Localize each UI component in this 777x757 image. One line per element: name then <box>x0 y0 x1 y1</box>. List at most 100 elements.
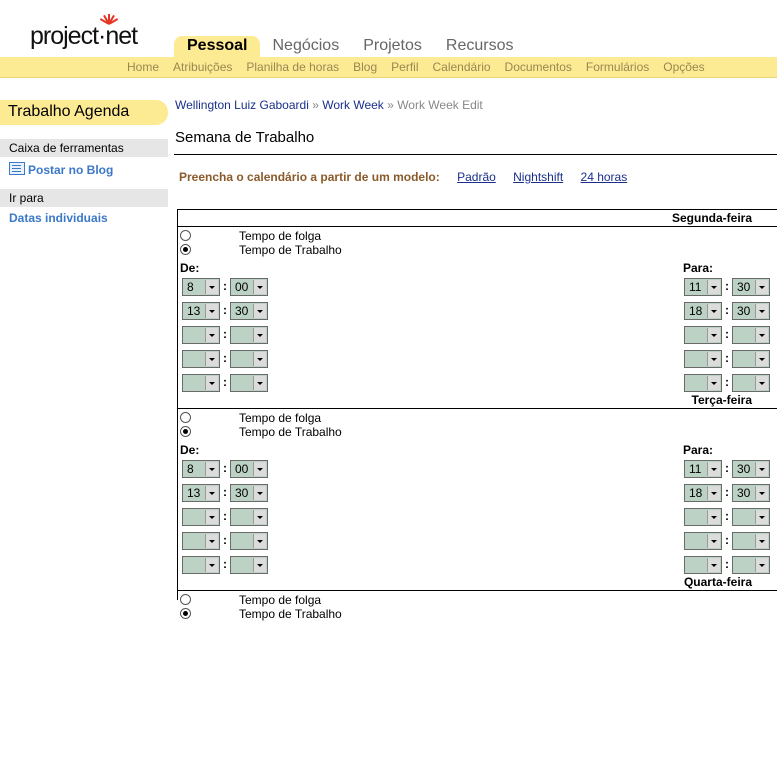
off-time-radio[interactable] <box>180 230 191 241</box>
to-minute-select[interactable] <box>732 350 770 368</box>
day-header: Terça-feira <box>178 392 777 409</box>
from-minute-select[interactable]: 00 <box>230 278 268 296</box>
chevron-down-icon <box>253 486 266 500</box>
subnav-calendario[interactable]: Calendário <box>433 60 491 74</box>
to-minute-select[interactable]: 30 <box>732 278 770 296</box>
template-padrao-link[interactable]: Padrão <box>457 170 496 184</box>
to-hour-select[interactable] <box>684 374 722 392</box>
from-hour-select[interactable] <box>182 374 220 392</box>
to-minute-select[interactable]: 30 <box>732 302 770 320</box>
from-minute-select[interactable] <box>230 326 268 344</box>
from-minute-select[interactable] <box>230 508 268 526</box>
off-time-radio[interactable] <box>180 594 191 605</box>
to-hour-select[interactable] <box>684 508 722 526</box>
individual-dates-link[interactable]: Datas individuais <box>9 211 108 225</box>
sub-nav-bar: Home Atribuições Planilha de horas Blog … <box>0 57 777 78</box>
to-minute-select[interactable]: 30 <box>732 460 770 478</box>
main-tabs: Pessoal Negócios Projetos Recursos <box>174 36 525 58</box>
from-minute-select-value: 30 <box>235 486 249 500</box>
blog-post-link[interactable]: Postar no Blog <box>9 162 113 177</box>
off-time-radio[interactable] <box>180 412 191 423</box>
from-minute-select[interactable]: 30 <box>230 484 268 502</box>
from-hour-select[interactable] <box>182 350 220 368</box>
from-hour-select[interactable] <box>182 556 220 574</box>
day-name: Quarta-feira <box>683 575 752 589</box>
work-time-radio[interactable] <box>180 608 191 619</box>
to-minute-select-value: 30 <box>737 486 751 500</box>
template-nightshift-link[interactable]: Nightshift <box>513 170 563 184</box>
from-hour-select[interactable]: 8 <box>182 460 220 478</box>
to-minute-select[interactable] <box>732 326 770 344</box>
chevron-down-icon <box>205 280 218 294</box>
from-hour-select[interactable] <box>182 508 220 526</box>
from-minute-select[interactable] <box>230 556 268 574</box>
to-hour-select[interactable] <box>684 532 722 550</box>
time-colon: : <box>223 327 227 341</box>
to-minute-select-value: 30 <box>737 304 751 318</box>
time-colon: : <box>725 485 729 499</box>
to-hour-select[interactable]: 18 <box>684 302 722 320</box>
work-time-label: Tempo de Trabalho <box>239 607 342 621</box>
sidebar-title: Trabalho Agenda <box>0 100 168 125</box>
subnav-documentos[interactable]: Documentos <box>505 60 572 74</box>
breadcrumb-user[interactable]: Wellington Luiz Gaboardi <box>175 98 309 112</box>
sidebar-title-text: Trabalho Agenda <box>8 103 130 120</box>
to-minute-select-value: 30 <box>737 462 751 476</box>
work-time-radio[interactable] <box>180 426 191 437</box>
from-hour-select[interactable] <box>182 326 220 344</box>
to-minute-select[interactable] <box>732 532 770 550</box>
day-name: Terça-feira <box>691 393 752 407</box>
subnav-blog[interactable]: Blog <box>353 60 377 74</box>
work-time-radio[interactable] <box>180 244 191 255</box>
from-hour-select[interactable]: 13 <box>182 302 220 320</box>
breadcrumb-workweek[interactable]: Work Week <box>322 98 384 112</box>
off-time-label: Tempo de folga <box>239 411 322 425</box>
subnav-planilha[interactable]: Planilha de horas <box>246 60 339 74</box>
to-minute-select[interactable] <box>732 374 770 392</box>
template-label: Preencha o calendário a partir de um mod… <box>179 170 440 184</box>
chevron-down-icon <box>707 558 720 572</box>
chevron-down-icon <box>205 352 218 366</box>
from-minute-select[interactable]: 00 <box>230 460 268 478</box>
chevron-down-icon <box>253 328 266 342</box>
from-hour-select[interactable] <box>182 532 220 550</box>
to-hour-select[interactable] <box>684 326 722 344</box>
chevron-down-icon <box>707 462 720 476</box>
from-minute-select[interactable]: 30 <box>230 302 268 320</box>
subnav-formularios[interactable]: Formulários <box>586 60 649 74</box>
to-hour-select[interactable] <box>684 556 722 574</box>
chevron-down-icon <box>205 462 218 476</box>
from-label: De: <box>180 443 200 457</box>
tab-negocios[interactable]: Negócios <box>260 36 351 58</box>
to-hour-select-value: 11 <box>689 462 702 476</box>
to-hour-select-value: 18 <box>689 304 703 318</box>
project-net-logo[interactable]: project·net <box>30 4 140 54</box>
subnav-home[interactable]: Home <box>127 60 159 74</box>
to-minute-select[interactable] <box>732 556 770 574</box>
from-hour-select[interactable]: 8 <box>182 278 220 296</box>
chevron-down-icon <box>253 558 266 572</box>
from-hour-select[interactable]: 13 <box>182 484 220 502</box>
to-hour-select[interactable]: 11 <box>684 460 722 478</box>
chevron-down-icon <box>707 304 720 318</box>
time-colon: : <box>223 485 227 499</box>
to-minute-select[interactable] <box>732 508 770 526</box>
template-24h-link[interactable]: 24 horas <box>581 170 628 184</box>
to-hour-select[interactable]: 18 <box>684 484 722 502</box>
to-minute-select[interactable]: 30 <box>732 484 770 502</box>
tab-projetos[interactable]: Projetos <box>351 36 434 58</box>
from-minute-select[interactable] <box>230 374 268 392</box>
subnav-perfil[interactable]: Perfil <box>391 60 418 74</box>
breadcrumb: Wellington Luiz Gaboardi » Work Week » W… <box>175 98 483 112</box>
from-minute-select[interactable] <box>230 532 268 550</box>
to-hour-select[interactable]: 11 <box>684 278 722 296</box>
to-hour-select-value: 11 <box>689 280 702 294</box>
subnav-atribuicoes[interactable]: Atribuições <box>173 60 232 74</box>
time-colon: : <box>725 327 729 341</box>
tab-pessoal[interactable]: Pessoal <box>174 36 261 58</box>
tab-recursos[interactable]: Recursos <box>434 36 526 58</box>
to-hour-select[interactable] <box>684 350 722 368</box>
blog-post-label: Postar no Blog <box>28 163 114 177</box>
subnav-opcoes[interactable]: Opções <box>663 60 704 74</box>
from-minute-select[interactable] <box>230 350 268 368</box>
